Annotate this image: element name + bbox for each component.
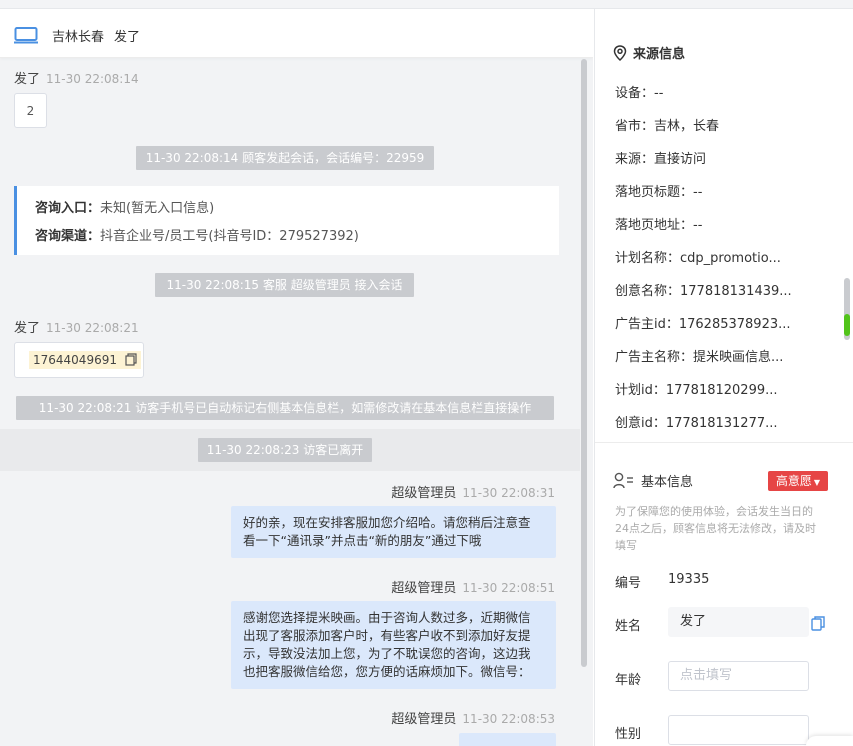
system-notice: 11-30 22:08:15 客服 超级管理员 接入会话 bbox=[155, 273, 414, 297]
source-row-landing-url: 落地页地址：-- bbox=[615, 218, 703, 233]
name-field[interactable]: 发了 bbox=[668, 607, 809, 637]
phone-number: 17644049691 bbox=[33, 353, 117, 367]
message-sender: 超级管理员 bbox=[391, 712, 457, 727]
message-line: 也把客服微信给您，您方便的话麻烦加下。微信号： bbox=[243, 664, 531, 679]
source-row-device: 设备：-- bbox=[615, 86, 664, 101]
floating-widget-corner[interactable] bbox=[806, 736, 853, 746]
user-list-icon bbox=[613, 472, 633, 489]
message-meta: 超级管理员 11-30 22:08:53 bbox=[391, 708, 555, 727]
id-value: 19335 bbox=[668, 572, 710, 587]
source-row-advertiser-name: 广告主名称：提米映画信息... bbox=[615, 350, 784, 365]
message-sender: 超级管理员 bbox=[391, 486, 457, 501]
caret-down-icon: ▼ bbox=[813, 478, 821, 487]
chat-title: 吉林长春 发了 bbox=[52, 26, 150, 45]
visitor-location: 吉林长春 bbox=[52, 30, 105, 45]
message-meta: 超级管理员 11-30 22:08:31 bbox=[391, 482, 555, 501]
id-label: 编号 bbox=[615, 576, 642, 591]
message-line: 出现了客服添加客户时，有些客户收不到添加好友提 bbox=[243, 628, 531, 643]
copy-name-icon[interactable] bbox=[811, 616, 825, 635]
message-line: 示，导致没法加上您，为了不耽误您的咨询，这边我 bbox=[243, 646, 531, 661]
source-row-creative-id: 创意id：177818131277... bbox=[615, 416, 778, 431]
message-time: 11-30 22:08:51 bbox=[462, 581, 555, 595]
message-meta: 发了 11-30 22:08:14 bbox=[14, 68, 139, 87]
name-label: 姓名 bbox=[615, 619, 642, 634]
agent-message-bubble-partial bbox=[459, 733, 556, 746]
channel-row: 咨询渠道：抖音企业号/员工号(抖音号ID：279527392) bbox=[35, 225, 359, 244]
computer-icon bbox=[14, 27, 38, 48]
section-divider bbox=[595, 442, 853, 443]
source-row-plan-name: 计划名称：cdp_promotio... bbox=[615, 251, 781, 266]
source-title-text: 来源信息 bbox=[633, 47, 686, 62]
entry-label: 咨询入口： bbox=[35, 201, 101, 216]
copy-icon[interactable] bbox=[125, 353, 137, 366]
top-strip bbox=[0, 0, 853, 9]
age-field[interactable]: 点击填写 bbox=[668, 661, 809, 691]
entry-row: 咨询入口：未知(暂无入口信息) bbox=[35, 197, 214, 216]
gender-label: 性别 bbox=[615, 727, 642, 742]
system-notice: 11-30 22:08:23 访客已离开 bbox=[198, 438, 372, 462]
message-sender: 发了 bbox=[14, 321, 41, 336]
info-panel: 来源信息 设备：-- 省市：吉林，长春 来源：直接访问 落地页标题：-- 落地页… bbox=[594, 9, 853, 746]
message-time: 11-30 22:08:31 bbox=[462, 486, 555, 500]
location-pin-icon bbox=[613, 45, 627, 62]
message-time: 11-30 22:08:21 bbox=[46, 321, 139, 335]
basic-info-title: 基本信息 bbox=[613, 471, 693, 490]
chat-panel: 吉林长春 发了 发了 11-30 22:08:14 2 11-30 22:08:14… bbox=[0, 9, 593, 746]
chat-header: 吉林长春 发了 bbox=[0, 9, 593, 58]
intent-level-dropdown[interactable]: 高意愿 ▼ bbox=[768, 471, 828, 491]
entry-info-card: 咨询入口：未知(暂无入口信息) 咨询渠道：抖音企业号/员工号(抖音号ID：279… bbox=[14, 186, 559, 255]
source-info-title: 来源信息 bbox=[613, 43, 685, 62]
age-label: 年龄 bbox=[615, 673, 642, 688]
basic-title-text: 基本信息 bbox=[641, 475, 694, 490]
channel-label: 咨询渠道： bbox=[35, 229, 101, 244]
message-sender: 发了 bbox=[14, 72, 41, 87]
source-row-city: 省市：吉林，长春 bbox=[615, 119, 720, 134]
visitor-name: 发了 bbox=[114, 30, 141, 45]
gender-field[interactable] bbox=[668, 715, 809, 745]
message-line: 好的亲，现在安排客服加您介绍哈。请您稍后注意查 bbox=[243, 515, 531, 530]
system-notice: 11-30 22:08:14 顾客发起会话，会话编号：22959 bbox=[136, 146, 434, 170]
system-notice: 11-30 22:08:21 访客手机号已自动标记右侧基本信息栏，如需修改请在基… bbox=[16, 396, 554, 420]
message-time: 11-30 22:08:53 bbox=[462, 712, 555, 726]
message-time: 11-30 22:08:14 bbox=[46, 72, 139, 86]
source-row-advertiser-id: 广告主id：176285378923... bbox=[615, 317, 791, 332]
source-row-landing-title: 落地页标题：-- bbox=[615, 185, 703, 200]
message-meta: 发了 11-30 22:08:21 bbox=[14, 317, 139, 336]
message-line: 看一下“通讯录”并点击“新的朋友”通过下哦 bbox=[243, 533, 482, 548]
source-row-plan-id: 计划id：177818120299... bbox=[615, 383, 778, 398]
chat-scrollbar-thumb[interactable] bbox=[581, 59, 587, 667]
message-meta: 超级管理员 11-30 22:08:51 bbox=[391, 577, 555, 596]
phone-message: 17644049691 bbox=[14, 342, 144, 378]
intent-level-value: 高意愿 bbox=[775, 474, 812, 488]
message-line: 感谢您选择提米映画。由于咨询人数过多，近期微信 bbox=[243, 610, 531, 625]
agent-message-bubble: 感谢您选择提米映画。由于咨询人数过多，近期微信 出现了客服添加客户时，有些客户收… bbox=[231, 601, 556, 689]
phone-highlight[interactable]: 17644049691 bbox=[29, 351, 141, 369]
channel-value: 抖音企业号/员工号(抖音号ID：279527392) bbox=[100, 229, 359, 244]
agent-message-bubble: 好的亲，现在安排客服加您介绍哈。请您稍后注意查 看一下“通讯录”并点击“新的朋友… bbox=[231, 506, 556, 558]
edit-notice: 为了保障您的使用体验，会话发生当日的24点之后，顾客信息将无法修改，请及时填写 bbox=[615, 505, 816, 552]
info-scrollbar-indicator bbox=[844, 314, 850, 336]
message-sender: 超级管理员 bbox=[391, 581, 457, 596]
source-row-source: 来源：直接访问 bbox=[615, 152, 707, 167]
source-row-creative-name: 创意名称：177818131439... bbox=[615, 284, 792, 299]
message-content: 2 bbox=[14, 93, 47, 128]
entry-value: 未知(暂无入口信息) bbox=[100, 201, 215, 216]
